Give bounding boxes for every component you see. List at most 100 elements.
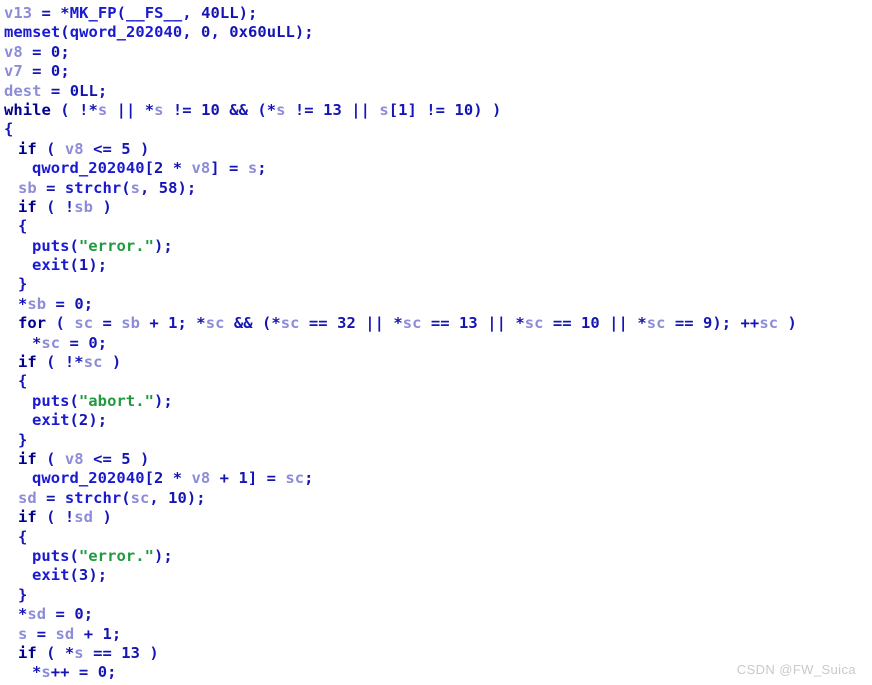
code-line[interactable]: { [4, 217, 872, 236]
code-token-var[interactable]: v8 [4, 43, 23, 61]
code-token-func[interactable]: strchr [65, 179, 121, 197]
code-line[interactable]: if ( *s == 13 ) [4, 644, 872, 663]
code-token-var[interactable]: sb [74, 198, 93, 216]
code-token-var[interactable]: s [276, 101, 285, 119]
code-token-var[interactable]: sc [74, 314, 93, 332]
code-token-var[interactable]: sd [18, 489, 37, 507]
code-token-var[interactable]: v7 [4, 62, 23, 80]
code-token-func[interactable]: __FS__ [126, 4, 182, 22]
code-token-var[interactable]: s [248, 159, 257, 177]
code-line[interactable]: memset(qword_202040, 0, 0x60uLL); [4, 23, 872, 42]
code-token-var[interactable]: sb [18, 179, 37, 197]
code-line[interactable]: *sb = 0; [4, 295, 872, 314]
code-token-var[interactable]: s [41, 663, 50, 681]
code-token-var[interactable]: sc [647, 314, 666, 332]
code-token-var[interactable]: sc [525, 314, 544, 332]
code-line[interactable]: sb = strchr(s, 58); [4, 179, 872, 198]
code-line[interactable]: while ( !*s || *s != 10 && (*s != 13 || … [4, 101, 872, 120]
code-token-func[interactable]: puts [32, 237, 70, 255]
code-line[interactable]: puts("error."); [4, 547, 872, 566]
code-token-var[interactable]: sc [403, 314, 422, 332]
code-line[interactable]: *sd = 0; [4, 605, 872, 624]
code-token-var[interactable]: s [98, 101, 107, 119]
code-token-var[interactable]: s [74, 644, 83, 662]
code-token-var[interactable]: v8 [65, 450, 84, 468]
code-token-func[interactable]: memset [4, 23, 60, 41]
code-line[interactable]: s = sd + 1; [4, 625, 872, 644]
code-token-num: 13 [121, 643, 140, 662]
code-line[interactable]: v8 = 0; [4, 43, 872, 62]
code-token-func[interactable]: exit [32, 566, 70, 584]
code-token-func[interactable]: exit [32, 256, 70, 274]
code-token-func[interactable]: exit [32, 411, 70, 429]
code-token-punc: ( !* [50, 100, 98, 119]
code-token-punc: ( * [36, 643, 75, 662]
code-line[interactable]: { [4, 528, 872, 547]
code-token-var[interactable]: s [154, 101, 163, 119]
code-token-var[interactable]: sc [759, 314, 778, 332]
code-token-var[interactable]: sc [41, 334, 60, 352]
code-line[interactable]: if ( !sb ) [4, 198, 872, 217]
code-token-global[interactable]: qword_202040 [32, 159, 145, 177]
code-line[interactable]: if ( !*sc ) [4, 353, 872, 372]
code-line[interactable]: exit(1); [4, 256, 872, 275]
code-line[interactable]: if ( v8 <= 5 ) [4, 450, 872, 469]
code-token-var[interactable]: s [131, 179, 140, 197]
code-token-global[interactable]: qword_202040 [32, 469, 145, 487]
code-token-punc: ); [238, 4, 258, 22]
code-line[interactable]: { [4, 120, 872, 139]
code-line[interactable]: } [4, 586, 872, 605]
code-token-num: 13 [323, 100, 342, 119]
code-token-var[interactable]: sc [131, 489, 150, 507]
code-line[interactable]: *sc = 0; [4, 334, 872, 353]
code-token-punc: ; [304, 469, 314, 488]
code-line[interactable]: qword_202040[2 * v8 + 1] = sc; [4, 469, 872, 488]
code-line[interactable]: for ( sc = sb + 1; *sc && (*sc == 32 || … [4, 314, 872, 333]
code-token-var[interactable]: sd [56, 625, 75, 643]
code-token-num: 5 [121, 139, 131, 158]
code-token-func[interactable]: MK_FP [70, 4, 117, 22]
code-token-var[interactable]: sc [281, 314, 300, 332]
code-token-var[interactable]: sd [27, 605, 46, 623]
code-token-punc: [ [144, 159, 154, 178]
code-token-punc: || [341, 100, 380, 119]
code-token-var[interactable]: sb [27, 295, 46, 313]
code-line[interactable]: sd = strchr(sc, 10); [4, 489, 872, 508]
code-token-global[interactable]: qword_202040 [70, 23, 183, 41]
code-token-var[interactable]: v8 [192, 159, 211, 177]
code-token-var[interactable]: sc [84, 353, 103, 371]
code-token-func[interactable]: strchr [65, 489, 121, 507]
code-token-num: 0 [50, 42, 61, 61]
code-token-punc: , [210, 23, 230, 42]
code-line[interactable]: { [4, 372, 872, 391]
code-token-var[interactable]: v8 [192, 469, 211, 487]
code-line[interactable]: puts("error."); [4, 237, 872, 256]
code-token-num: 1 [398, 100, 408, 119]
code-token-keyword: if [18, 508, 37, 527]
code-line[interactable]: v7 = 0; [4, 62, 872, 81]
code-token-var[interactable]: sd [74, 508, 93, 526]
code-line[interactable]: qword_202040[2 * v8] = s; [4, 159, 872, 178]
code-line[interactable]: } [4, 275, 872, 294]
code-line[interactable]: dest = 0LL; [4, 82, 872, 101]
pseudocode-view[interactable]: v13 = *MK_FP(__FS__, 40LL); memset(qword_… [0, 0, 872, 685]
code-line[interactable]: } [4, 431, 872, 450]
code-line[interactable]: if ( v8 <= 5 ) [4, 140, 872, 159]
code-token-var[interactable]: sc [285, 469, 304, 487]
code-token-var[interactable]: v8 [65, 140, 84, 158]
code-line[interactable]: v13 = *MK_FP(__FS__, 40LL); [4, 4, 872, 23]
code-token-var[interactable]: dest [4, 82, 42, 100]
code-token-punc: ); [186, 488, 206, 507]
code-token-var[interactable]: sc [206, 314, 225, 332]
code-token-func[interactable]: puts [32, 547, 70, 565]
code-token-num: 1 [168, 314, 178, 333]
code-line[interactable]: exit(3); [4, 566, 872, 585]
code-line[interactable]: exit(2); [4, 411, 872, 430]
code-token-var[interactable]: v13 [4, 4, 32, 22]
code-token-func[interactable]: puts [32, 392, 70, 410]
code-line[interactable]: if ( !sd ) [4, 508, 872, 527]
code-token-var[interactable]: sb [121, 314, 140, 332]
code-line[interactable]: puts("abort."); [4, 392, 872, 411]
code-token-var[interactable]: s [18, 625, 27, 643]
code-token-var[interactable]: s [379, 101, 388, 119]
